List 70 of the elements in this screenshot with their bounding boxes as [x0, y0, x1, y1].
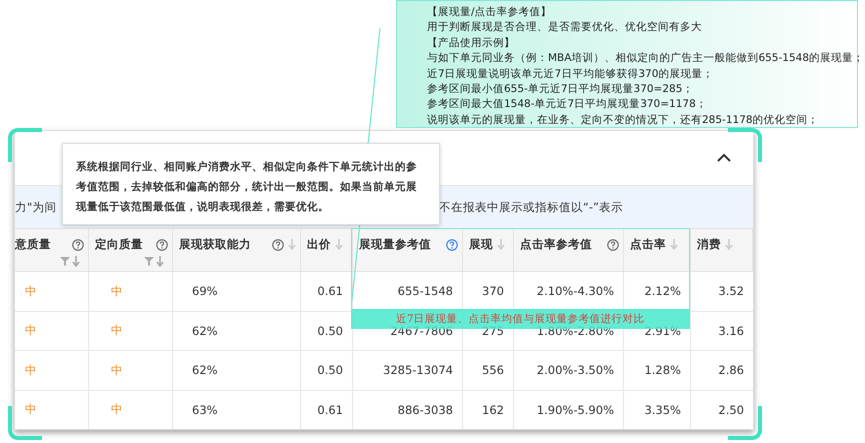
table-cell: 3285-13074	[383, 363, 453, 378]
table-cell: 中	[111, 284, 123, 299]
annotation-label: 近7日展现量、点击率均值与展现量参考值进行对比	[396, 312, 645, 326]
table-cell: 中	[25, 284, 37, 299]
callout-line: 与如下单元同业务（例：MBA培训）、相似定向的广告主一般能做到655-1548的展现量；	[427, 51, 857, 66]
table-cell: 3.16	[718, 324, 744, 338]
sort-arrow-icon[interactable]	[72, 256, 80, 267]
callout-line: 近7日展现量说明该单元近7日平均能够获得370的展现量；	[427, 66, 714, 82]
table-cell: 2.12%	[644, 284, 681, 298]
sort-arrow-icon[interactable]	[288, 239, 296, 250]
table-cell: 中	[111, 362, 123, 378]
callout-line: 用于判断展现是否合理、是否需要优化、优化空间有多大	[427, 20, 703, 36]
table-cell: 2.00%-3.50%	[536, 363, 614, 378]
help-icon[interactable]	[72, 238, 84, 250]
callout-line: 参考区间最大值1548-单元近7日平均展现量370=1178；	[427, 97, 708, 112]
corner-bracket	[728, 128, 762, 162]
help-icon[interactable]	[156, 238, 168, 250]
table-cell: 0.50	[317, 363, 343, 378]
column-header[interactable]: 定向质量	[95, 237, 143, 252]
table-cell: 2.10%-4.30%	[536, 284, 614, 298]
table-cell: 2.50	[718, 402, 744, 417]
table-cell: 69%	[192, 284, 218, 298]
table-cell: 2.86	[718, 363, 744, 378]
table-cell: 62%	[192, 363, 218, 378]
sort-arrow-icon[interactable]	[497, 239, 505, 250]
table-cell: 3.35%	[644, 402, 681, 417]
callout-line: 说明该单元的展现量，在业务、定向不变的情况下，还有285-1178的优化空间；	[427, 112, 820, 128]
table-cell: 370	[482, 284, 504, 298]
tooltip-text: 系统根据同行业、相同账户消费水平、相似定向条件下单元统计出的参考值范围，去掉较低和偏高的部分，统计出一般范围。如果当前单元展现量低于该范围最低值，说明表现很差，需要优化。	[76, 161, 417, 213]
filter-icon[interactable]	[60, 256, 70, 266]
corner-bracket	[8, 128, 42, 162]
column-header[interactable]: 展现	[469, 237, 493, 252]
column-header[interactable]: 点击率参考值	[520, 237, 592, 252]
table-cell: 0.50	[317, 324, 343, 338]
caret-icon[interactable]	[717, 153, 731, 163]
filter-icon[interactable]	[144, 256, 154, 266]
table-cell: 63%	[192, 402, 218, 417]
table-cell: 0.61	[317, 402, 343, 417]
help-icon[interactable]	[272, 238, 284, 250]
table-cell: 中	[25, 323, 37, 338]
table-cell: 中	[25, 402, 37, 418]
notice-text: 不在报表中展示或指标值以“-”表示	[438, 200, 623, 214]
notice-text: 力"为间	[15, 200, 56, 214]
callout-line: 【产品使用示例】	[427, 36, 516, 51]
column-header[interactable]: 出价	[307, 237, 331, 252]
table-cell: 1.28%	[644, 363, 681, 378]
column-header[interactable]: 展现获取能力	[179, 237, 251, 252]
table-cell: 62%	[192, 324, 218, 338]
help-icon[interactable]	[607, 238, 619, 250]
table-cell: 中	[111, 402, 123, 418]
table-cell: 1.90%-5.90%	[536, 402, 614, 417]
help-icon[interactable]	[446, 238, 458, 250]
callout-line: 【展现量/点击率参考值】	[427, 5, 553, 20]
column-header[interactable]: 意质量	[15, 237, 51, 252]
sort-arrow-icon[interactable]	[335, 239, 343, 250]
table-cell: 556	[482, 363, 504, 378]
table-cell: 中	[25, 362, 37, 378]
column-header[interactable]: 点击率	[630, 237, 666, 252]
column-header[interactable]: 展现量参考值	[359, 237, 431, 252]
table-cell: 655-1548	[398, 284, 453, 298]
table-cell: 162	[482, 402, 504, 417]
sort-arrow-icon[interactable]	[670, 239, 678, 250]
sort-arrow-icon[interactable]	[725, 239, 733, 250]
table-cell: 886-3038	[398, 402, 453, 417]
sort-arrow-icon[interactable]	[156, 256, 164, 267]
table-cell: 3.52	[718, 284, 744, 298]
table-cell: 中	[111, 323, 123, 338]
callout-line: 参考区间最小值655-单元近7日平均展现量370=285；	[427, 82, 694, 98]
column-header[interactable]: 消费	[697, 237, 721, 252]
table-cell: 0.61	[317, 284, 343, 298]
